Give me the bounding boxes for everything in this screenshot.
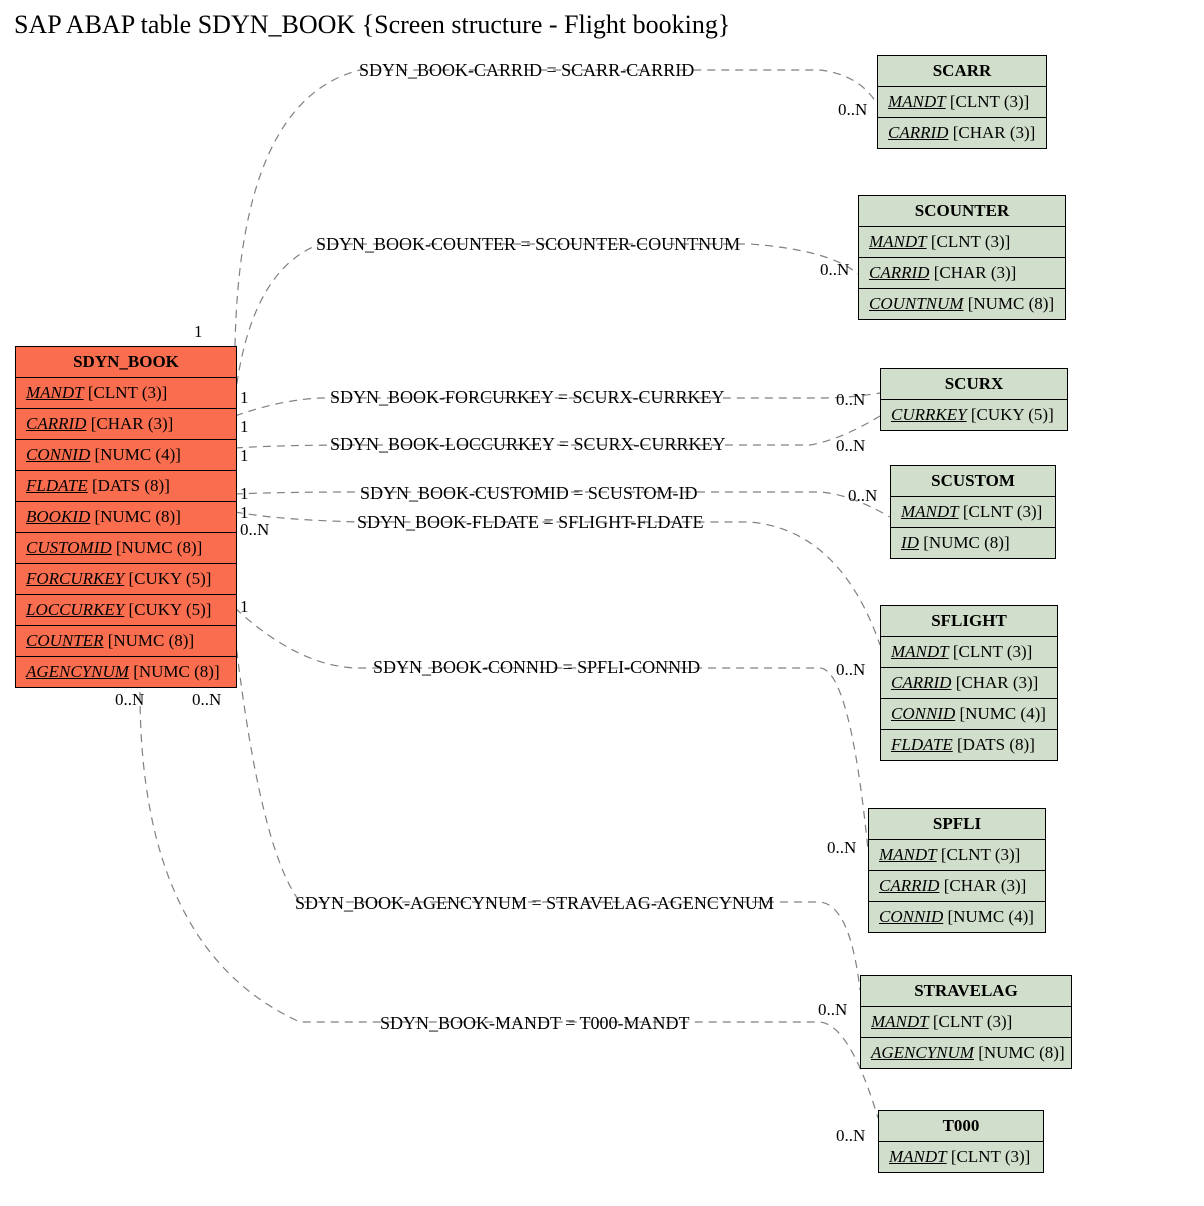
cardinality: 0..N xyxy=(818,1000,847,1020)
field-row: MANDT [CLNT (3)] xyxy=(878,87,1046,118)
field-row: FLDATE [DATS (8)] xyxy=(881,730,1057,760)
field-row: CARRID [CHAR (3)] xyxy=(881,668,1057,699)
field-row: CARRID [CHAR (3)] xyxy=(878,118,1046,148)
field-row: MANDT [CLNT (3)] xyxy=(16,378,236,409)
relation-label: SDYN_BOOK-LOCCURKEY = SCURX-CURRKEY xyxy=(330,434,726,455)
cardinality: 1 xyxy=(240,388,249,408)
field-row: CUSTOMID [NUMC (8)] xyxy=(16,533,236,564)
entity-scounter: SCOUNTER MANDT [CLNT (3)] CARRID [CHAR (… xyxy=(858,195,1066,320)
field-row: MANDT [CLNT (3)] xyxy=(879,1142,1043,1172)
cardinality: 1 xyxy=(194,322,203,342)
field-row: CONNID [NUMC (4)] xyxy=(881,699,1057,730)
field-row: CURRKEY [CUKY (5)] xyxy=(881,400,1067,430)
field-row: ID [NUMC (8)] xyxy=(891,528,1055,558)
entity-t000: T000 MANDT [CLNT (3)] xyxy=(878,1110,1044,1173)
field-row: CARRID [CHAR (3)] xyxy=(859,258,1065,289)
relation-label: SDYN_BOOK-CUSTOMID = SCUSTOM-ID xyxy=(360,483,698,504)
entity-sdyn-book: SDYN_BOOK MANDT [CLNT (3)] CARRID [CHAR … xyxy=(15,346,237,688)
entity-header: SCARR xyxy=(878,56,1046,87)
field-row: CARRID [CHAR (3)] xyxy=(869,871,1045,902)
relation-label: SDYN_BOOK-CARRID = SCARR-CARRID xyxy=(359,60,694,81)
cardinality: 1 xyxy=(240,417,249,437)
field-row: AGENCYNUM [NUMC (8)] xyxy=(861,1038,1071,1068)
cardinality: 0..N xyxy=(836,436,865,456)
entity-header: SCUSTOM xyxy=(891,466,1055,497)
entity-sflight: SFLIGHT MANDT [CLNT (3)] CARRID [CHAR (3… xyxy=(880,605,1058,761)
field-row: MANDT [CLNT (3)] xyxy=(859,227,1065,258)
entity-scarr: SCARR MANDT [CLNT (3)] CARRID [CHAR (3)] xyxy=(877,55,1047,149)
field-row: CONNID [NUMC (4)] xyxy=(869,902,1045,932)
field-row: BOOKID [NUMC (8)] xyxy=(16,502,236,533)
field-row: CARRID [CHAR (3)] xyxy=(16,409,236,440)
relation-label: SDYN_BOOK-FLDATE = SFLIGHT-FLDATE xyxy=(357,512,704,533)
cardinality: 0..N xyxy=(848,486,877,506)
field-row: FORCURKEY [CUKY (5)] xyxy=(16,564,236,595)
entity-header: STRAVELAG xyxy=(861,976,1071,1007)
entity-header: SFLIGHT xyxy=(881,606,1057,637)
entity-spfli: SPFLI MANDT [CLNT (3)] CARRID [CHAR (3)]… xyxy=(868,808,1046,933)
relation-label: SDYN_BOOK-AGENCYNUM = STRAVELAG-AGENCYNU… xyxy=(295,893,774,914)
entity-header: SPFLI xyxy=(869,809,1045,840)
cardinality: 1 xyxy=(240,484,249,504)
field-row: LOCCURKEY [CUKY (5)] xyxy=(16,595,236,626)
cardinality: 0..N xyxy=(827,838,856,858)
field-row: AGENCYNUM [NUMC (8)] xyxy=(16,657,236,687)
cardinality: 0..N xyxy=(838,100,867,120)
cardinality: 0..N xyxy=(192,690,221,710)
field-row: FLDATE [DATS (8)] xyxy=(16,471,236,502)
page-title: SAP ABAP table SDYN_BOOK {Screen structu… xyxy=(14,10,730,40)
cardinality: 1 xyxy=(240,446,249,466)
cardinality: 0..N xyxy=(836,390,865,410)
entity-header: SCURX xyxy=(881,369,1067,400)
cardinality: 0..N xyxy=(836,660,865,680)
cardinality: 0..N xyxy=(240,520,269,540)
entity-stravelag: STRAVELAG MANDT [CLNT (3)] AGENCYNUM [NU… xyxy=(860,975,1072,1069)
entity-scustom: SCUSTOM MANDT [CLNT (3)] ID [NUMC (8)] xyxy=(890,465,1056,559)
relation-label: SDYN_BOOK-CONNID = SPFLI-CONNID xyxy=(373,657,700,678)
field-row: COUNTER [NUMC (8)] xyxy=(16,626,236,657)
cardinality: 1 xyxy=(240,597,249,617)
entity-header: T000 xyxy=(879,1111,1043,1142)
relation-label: SDYN_BOOK-MANDT = T000-MANDT xyxy=(380,1013,690,1034)
relation-label: SDYN_BOOK-COUNTER = SCOUNTER-COUNTNUM xyxy=(316,234,740,255)
field-row: MANDT [CLNT (3)] xyxy=(891,497,1055,528)
entity-header: SCOUNTER xyxy=(859,196,1065,227)
field-row: COUNTNUM [NUMC (8)] xyxy=(859,289,1065,319)
field-row: CONNID [NUMC (4)] xyxy=(16,440,236,471)
relation-label: SDYN_BOOK-FORCURKEY = SCURX-CURRKEY xyxy=(330,387,725,408)
field-row: MANDT [CLNT (3)] xyxy=(869,840,1045,871)
entity-header: SDYN_BOOK xyxy=(16,347,236,378)
field-row: MANDT [CLNT (3)] xyxy=(861,1007,1071,1038)
cardinality: 0..N xyxy=(836,1126,865,1146)
cardinality: 0..N xyxy=(820,260,849,280)
entity-scurx: SCURX CURRKEY [CUKY (5)] xyxy=(880,368,1068,431)
cardinality: 0..N xyxy=(115,690,144,710)
field-row: MANDT [CLNT (3)] xyxy=(881,637,1057,668)
